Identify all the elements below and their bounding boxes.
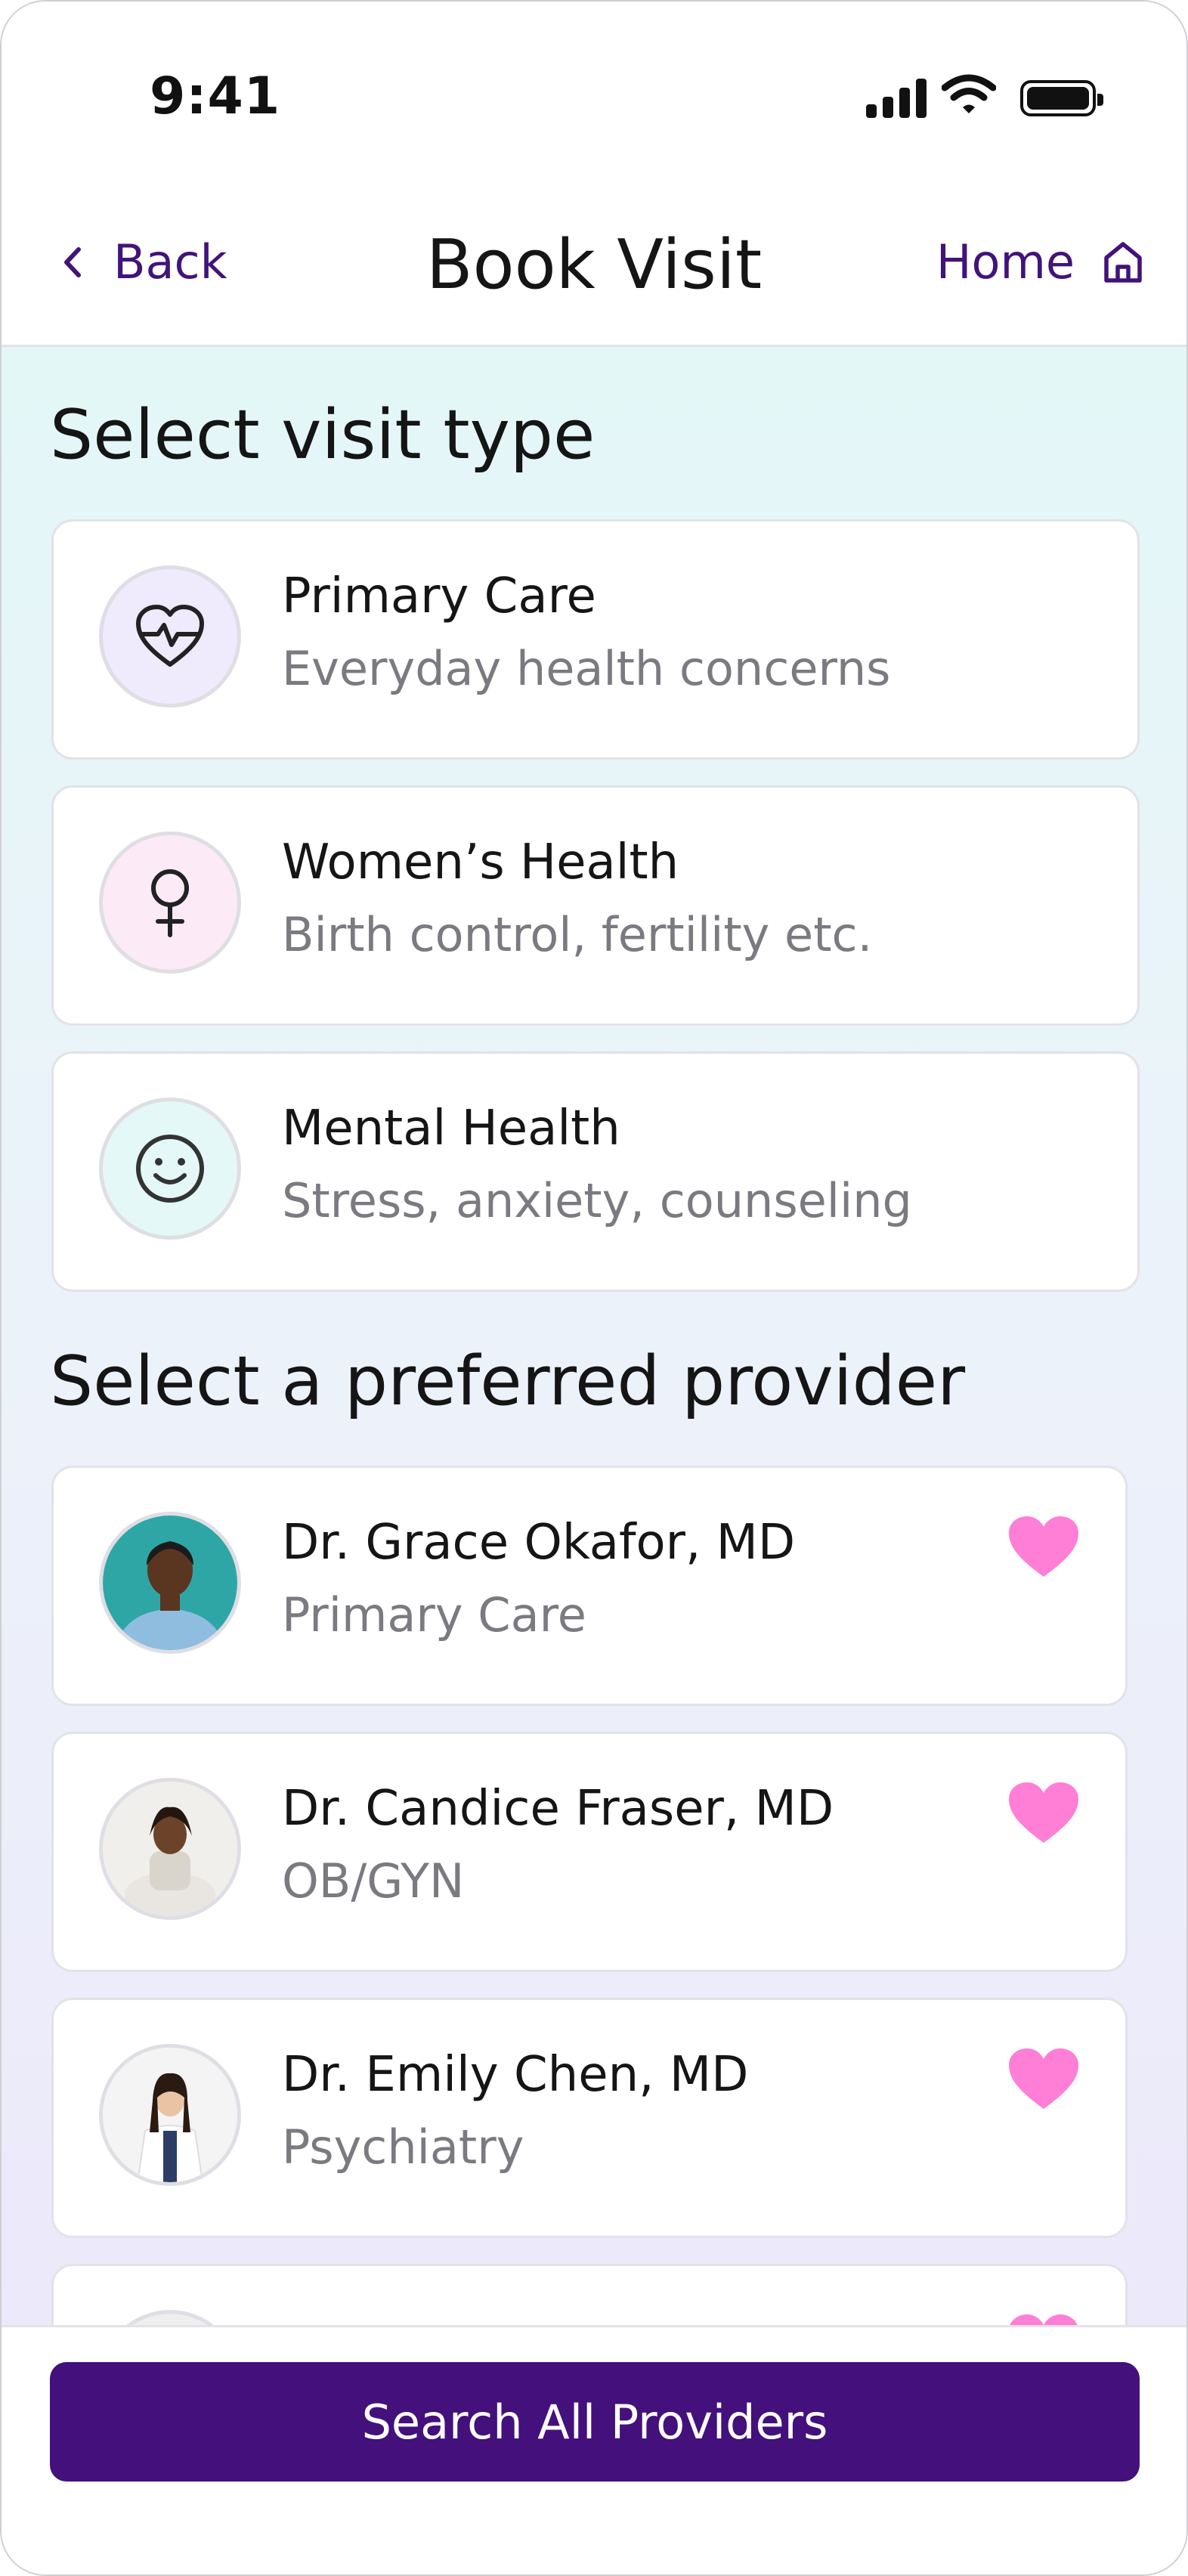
home-icon xyxy=(1104,241,1142,283)
provider-specialty: Primary Care xyxy=(282,1587,586,1643)
status-time: 9:41 xyxy=(150,67,281,126)
visit-type-title: Primary Care xyxy=(282,568,596,624)
wifi-icon xyxy=(942,74,996,113)
avatar xyxy=(99,2310,241,2325)
female-symbol-icon xyxy=(151,869,189,937)
bottom-action-bar: Search All Providers xyxy=(2,2325,1186,2574)
visit-type-title: Women’s Health xyxy=(282,834,679,890)
battery-icon xyxy=(1020,80,1103,116)
visit-type-icon-circle xyxy=(99,831,241,974)
avatar xyxy=(99,2044,241,2186)
search-all-providers-button[interactable]: Search All Providers xyxy=(50,2362,1140,2482)
cellular-signal-icon xyxy=(866,79,927,118)
provider-card[interactable] xyxy=(51,2264,1128,2325)
visit-type-subtitle: Everyday health concerns xyxy=(282,641,891,696)
visit-type-card-mental-health[interactable]: Mental Health Stress, anxiety, counselin… xyxy=(51,1051,1140,1292)
provider-specialty: OB/GYN xyxy=(282,1853,465,1909)
visit-type-heading: Select visit type xyxy=(50,395,596,475)
provider-name: Dr. Emily Chen, MD xyxy=(282,2047,749,2103)
provider-name: Dr. Candice Fraser, MD xyxy=(282,1781,834,1837)
visit-type-icon-circle xyxy=(99,565,241,707)
visit-type-subtitle: Birth control, fertility etc. xyxy=(282,907,873,962)
provider-card[interactable]: Dr. Grace Okafor, MD Primary Care xyxy=(51,1466,1128,1706)
visit-type-card-primary-care[interactable]: Primary Care Everyday health concerns xyxy=(51,519,1140,760)
favorite-heart-icon[interactable] xyxy=(1007,1781,1080,1844)
visit-type-card-womens-health[interactable]: Women’s Health Birth control, fertility … xyxy=(51,785,1140,1026)
provider-name: Dr. Grace Okafor, MD xyxy=(282,1515,796,1571)
avatar xyxy=(99,1512,241,1654)
smiley-face-icon xyxy=(136,1135,204,1203)
favorite-heart-icon[interactable] xyxy=(1007,1515,1080,1578)
provider-heading: Select a preferred provider xyxy=(50,1342,966,1421)
home-button[interactable]: Home xyxy=(936,234,1144,289)
visit-type-title: Mental Health xyxy=(282,1101,620,1156)
visit-type-subtitle: Stress, anxiety, counseling xyxy=(282,1173,912,1228)
status-bar: 9:41 xyxy=(2,2,1186,190)
provider-specialty: Psychiatry xyxy=(282,2119,524,2175)
provider-card[interactable]: Dr. Emily Chen, MD Psychiatry xyxy=(51,1998,1128,2238)
home-label: Home xyxy=(936,234,1075,289)
heart-pulse-icon xyxy=(136,605,204,667)
phone-frame: 9:41 Back Book Visit Home Select visit t… xyxy=(0,0,1188,2576)
scroll-content[interactable]: Select visit type Primary Care Everyday … xyxy=(2,347,1186,2325)
favorite-heart-icon[interactable] xyxy=(1007,2047,1080,2110)
avatar xyxy=(99,1778,241,1920)
nav-bar: Back Book Visit Home xyxy=(2,190,1186,347)
visit-type-icon-circle xyxy=(99,1098,241,1240)
favorite-heart-icon[interactable] xyxy=(1007,2313,1080,2325)
provider-card[interactable]: Dr. Candice Fraser, MD OB/GYN xyxy=(51,1732,1128,1972)
